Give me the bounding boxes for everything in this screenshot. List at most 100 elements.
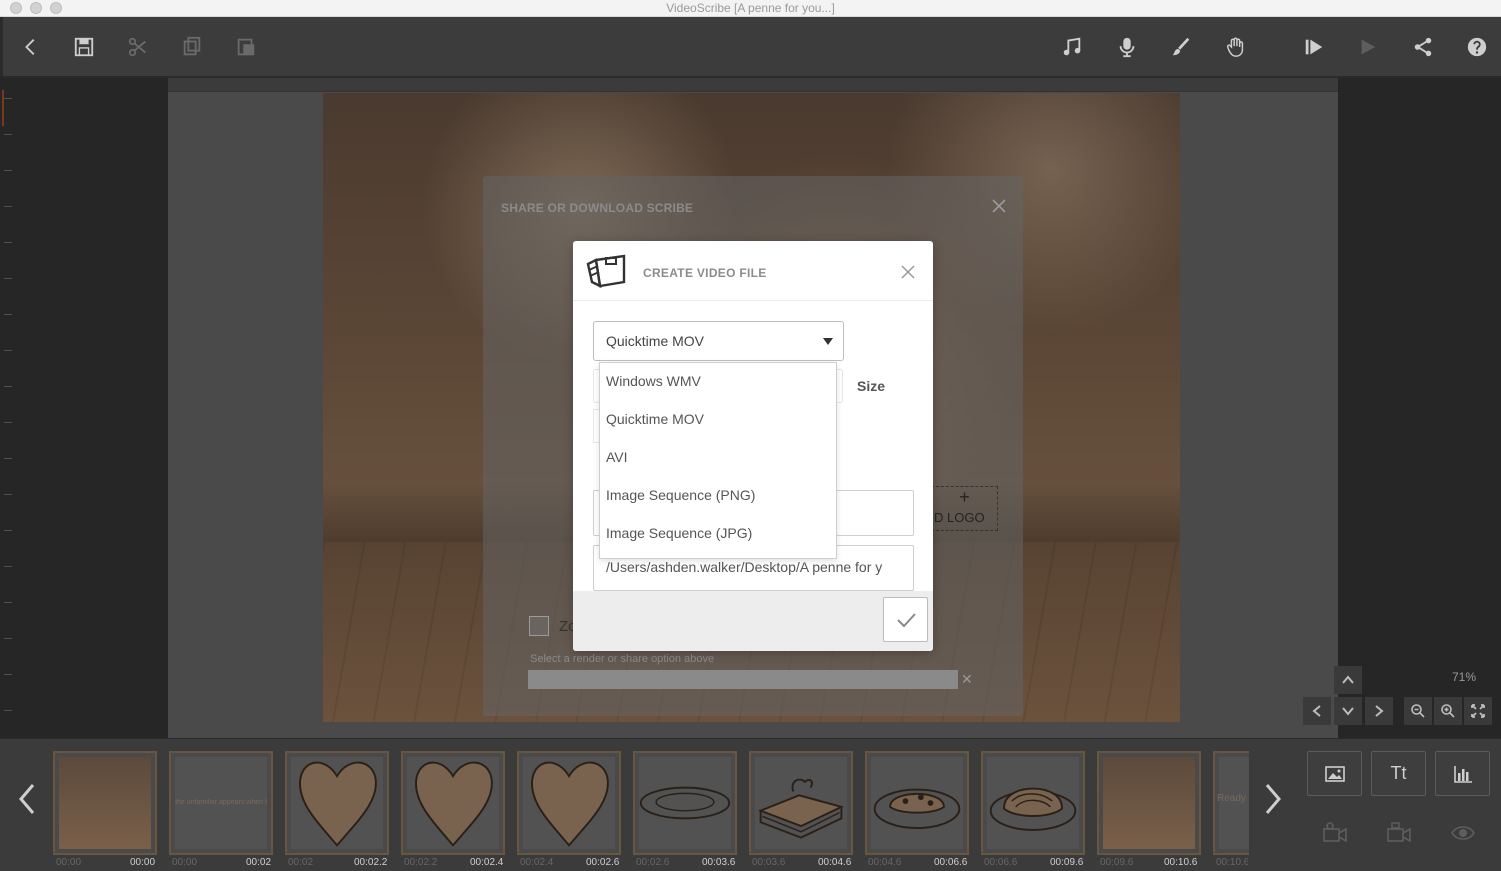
timeline-thumb[interactable] xyxy=(53,751,157,855)
timeline-thumb[interactable] xyxy=(633,751,737,855)
format-dropdown-list: Windows WMV Quicktime MOV AVI Image Sequ… xyxy=(599,362,837,559)
timeline-thumb[interactable] xyxy=(517,751,621,855)
spaghetti-icon xyxy=(989,787,1077,831)
thumb-ready-label: Ready xyxy=(1217,793,1246,804)
microphone-icon[interactable] xyxy=(1115,35,1139,59)
video-file-icon xyxy=(586,254,626,289)
format-option-png[interactable]: Image Sequence (PNG) xyxy=(606,487,755,503)
thumb-start-time: 00:09.6 xyxy=(1100,857,1134,868)
thumb-start-time: 00:02.4 xyxy=(520,857,554,868)
format-option-mov[interactable]: Quicktime MOV xyxy=(606,411,704,427)
timeline-thumb[interactable] xyxy=(749,751,853,855)
pan-down-button[interactable] xyxy=(1334,697,1362,725)
close-icon[interactable] xyxy=(901,265,915,279)
thumb-end-time: 00:02.4 xyxy=(470,857,504,868)
thumb-end-time: 00:03.6 xyxy=(702,857,736,868)
thumb-end-time: 00:02.2 xyxy=(354,857,388,868)
pasta-dish-icon xyxy=(873,788,961,829)
cut-icon[interactable] xyxy=(126,35,150,59)
timeline-thumb[interactable]: Ready xyxy=(1213,751,1249,855)
timeline-next-button[interactable] xyxy=(1258,779,1288,819)
thumb-photo xyxy=(1103,757,1195,849)
thumb-photo xyxy=(59,757,151,849)
pan-up-button[interactable] xyxy=(1334,666,1362,694)
add-chart-button[interactable] xyxy=(1435,751,1490,796)
thumb-end-time: 00:02.6 xyxy=(586,857,620,868)
heart-icon xyxy=(415,761,493,847)
play-from-icon[interactable] xyxy=(1302,35,1326,59)
fullscreen-icon xyxy=(1471,704,1485,718)
chevron-right-icon xyxy=(1265,784,1281,814)
camera-icon[interactable] xyxy=(1320,821,1350,845)
timeline-thumb[interactable] xyxy=(285,751,389,855)
timeline-thumb[interactable] xyxy=(981,751,1085,855)
paste-icon[interactable] xyxy=(234,35,258,59)
add-logo-button[interactable]: + D LOGO xyxy=(931,486,998,531)
camera-lock-icon[interactable] xyxy=(1384,821,1414,845)
fit-screen-button[interactable] xyxy=(1464,697,1492,725)
zoom-out-button[interactable] xyxy=(1404,697,1432,725)
image-icon xyxy=(1324,765,1345,782)
timeline-thumb[interactable] xyxy=(1097,751,1201,855)
thumb-end-time: 00:06.6 xyxy=(934,857,968,868)
zoom-checkbox[interactable] xyxy=(529,616,549,636)
main-toolbar xyxy=(3,17,1501,77)
timeline-thumb[interactable] xyxy=(401,751,505,855)
copy-icon[interactable] xyxy=(180,35,204,59)
thumb-start-time: 00:00 xyxy=(56,857,82,868)
save-icon[interactable] xyxy=(72,35,96,59)
pan-right-button[interactable] xyxy=(1365,697,1393,725)
dialog-footer xyxy=(573,591,933,651)
create-video-title: CREATE VIDEO FILE xyxy=(643,266,767,280)
thumb-end-time: 00:09.6 xyxy=(1050,857,1084,868)
lasagna-icon xyxy=(757,778,845,839)
format-select[interactable]: Quicktime MOV xyxy=(593,321,844,361)
thumb-start-time: 00:02.6 xyxy=(636,857,670,868)
chevron-left-icon xyxy=(1312,705,1321,717)
thumb-end-time: 00:04.6 xyxy=(818,857,852,868)
brush-icon[interactable] xyxy=(1169,35,1193,59)
confirm-button[interactable] xyxy=(883,597,928,642)
thumb-start-time: 00:02.2 xyxy=(404,857,438,868)
heart-icon xyxy=(531,761,609,847)
timeline-thumb[interactable]: the unfamiliar appears when I xyxy=(169,751,273,855)
add-image-button[interactable] xyxy=(1307,751,1362,796)
title-bar: VideoScribe [A penne for you...] xyxy=(0,0,1501,17)
eye-icon[interactable] xyxy=(1448,821,1478,845)
pan-left-button[interactable] xyxy=(1303,697,1331,725)
music-icon[interactable] xyxy=(1060,35,1084,59)
save-path-value: /Users/ashden.walker/Desktop/A penne for… xyxy=(606,559,883,575)
close-icon[interactable] xyxy=(991,198,1007,214)
format-option-avi[interactable]: AVI xyxy=(606,449,628,465)
zoom-in-icon xyxy=(1441,704,1455,718)
thumb-end-time: 00:10.6 xyxy=(1164,857,1198,868)
plus-icon: + xyxy=(959,487,970,507)
vertical-ruler xyxy=(0,78,18,738)
share-icon[interactable] xyxy=(1411,35,1435,59)
format-option-wmv[interactable]: Windows WMV xyxy=(606,373,701,389)
timeline-filmstrip: 00:00 00:00 the unfamiliar appears when … xyxy=(0,738,1501,871)
add-text-button[interactable]: Tt xyxy=(1371,751,1426,796)
timeline-thumb[interactable] xyxy=(865,751,969,855)
play-icon[interactable] xyxy=(1356,35,1380,59)
help-icon[interactable] xyxy=(1465,35,1489,59)
chevron-up-icon xyxy=(1342,675,1354,684)
format-option-jpg[interactable]: Image Sequence (JPG) xyxy=(606,525,752,541)
thumb-start-time: 00:00 xyxy=(172,857,198,868)
hand-icon[interactable] xyxy=(1224,35,1248,59)
cancel-render-icon[interactable]: ✕ xyxy=(961,671,973,688)
zoom-out-icon xyxy=(1411,704,1425,718)
timeline-prev-button[interactable] xyxy=(12,779,42,819)
render-hint: Select a render or share option above xyxy=(530,653,715,665)
plate-icon xyxy=(639,786,731,820)
thumb-start-time: 00:10.6 xyxy=(1216,857,1248,868)
thumb-start-time: 00:04.6 xyxy=(868,857,902,868)
back-icon[interactable] xyxy=(19,35,43,59)
thumb-end-time: 00:00 xyxy=(130,857,156,868)
zoom-in-button[interactable] xyxy=(1434,697,1462,725)
ruler-marker xyxy=(2,90,4,126)
resolution-select-edge[interactable] xyxy=(837,369,843,403)
thumb-start-time: 00:02 xyxy=(288,857,314,868)
add-logo-label: D LOGO xyxy=(934,510,985,525)
chart-icon xyxy=(1453,765,1472,783)
